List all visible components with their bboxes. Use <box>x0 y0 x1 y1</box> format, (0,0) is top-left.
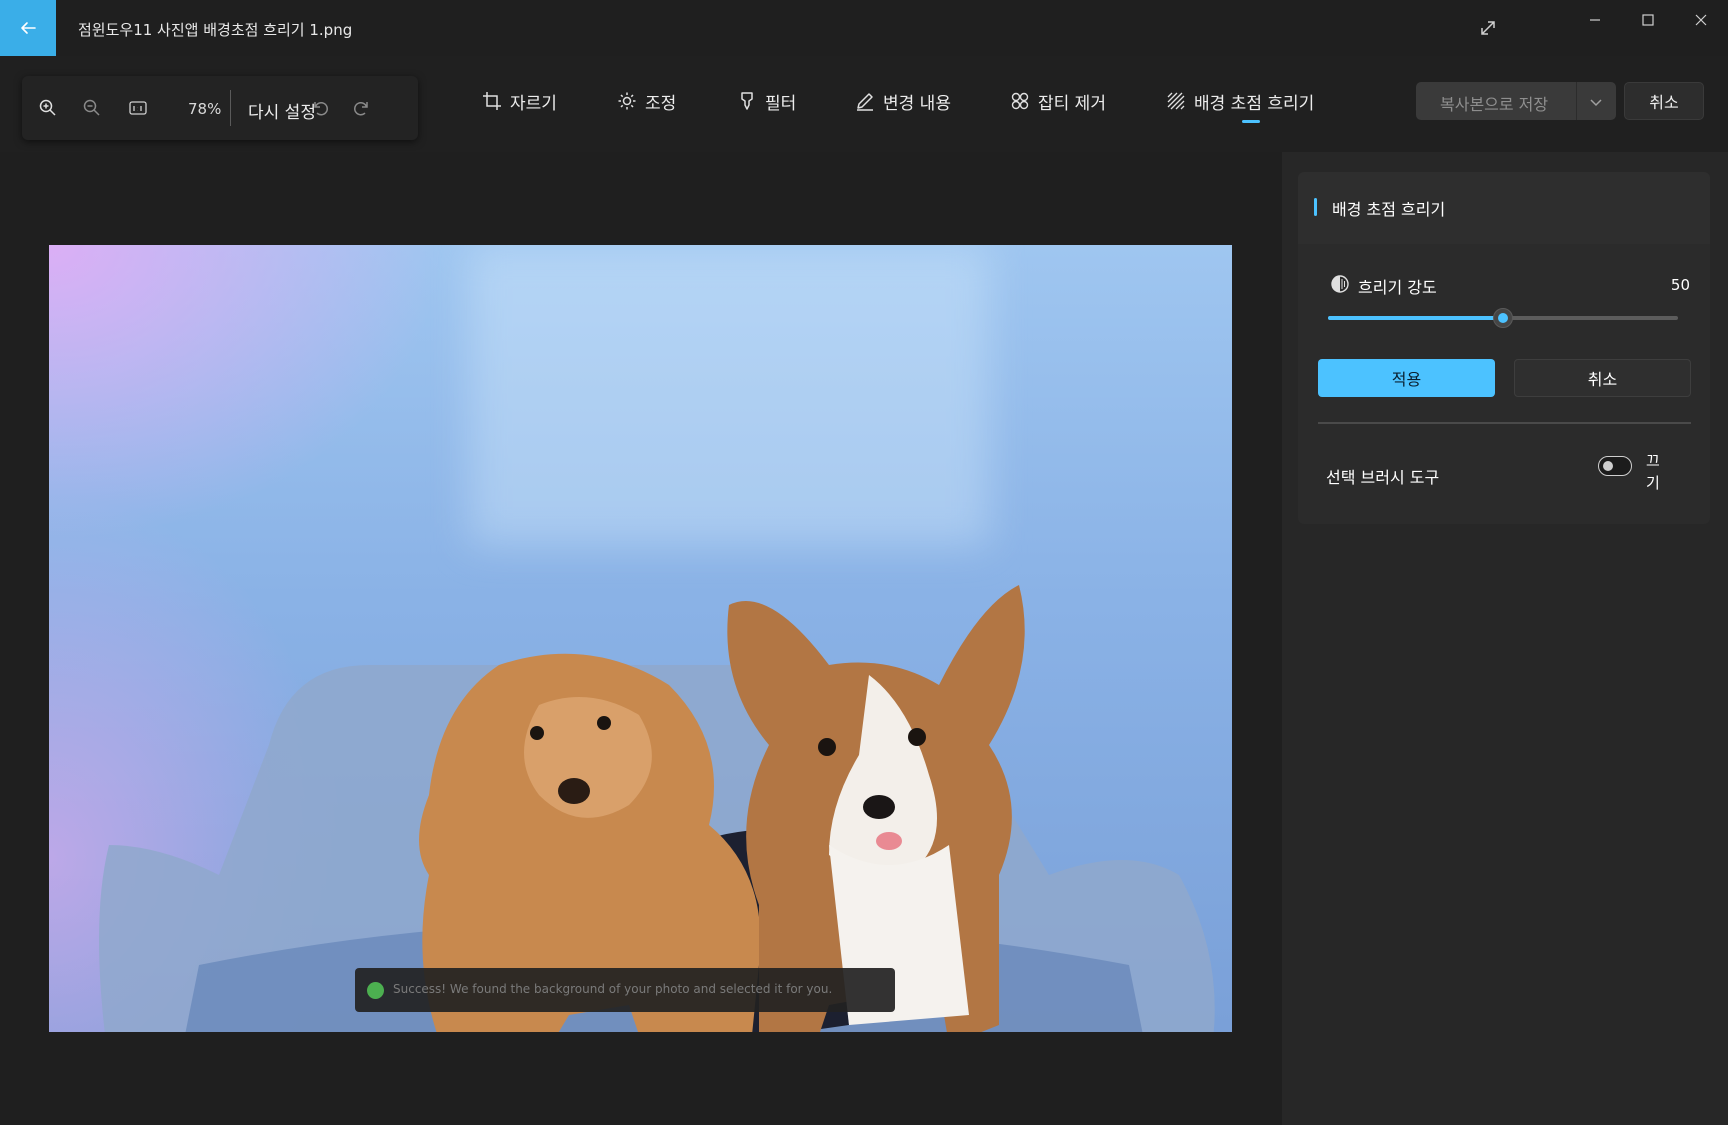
blur-intensity-icon <box>1331 275 1349 293</box>
panel-accent-bar <box>1314 198 1317 216</box>
active-tool-indicator <box>1242 120 1260 123</box>
chevron-down-icon[interactable] <box>1586 92 1606 112</box>
tool-filter[interactable]: 필터 <box>737 88 796 114</box>
crop-icon <box>483 92 501 110</box>
tool-background-blur[interactable]: 배경 초점 흐리기 <box>1166 88 1314 114</box>
save-copy-label: 복사본으로 저장 <box>1440 95 1549 114</box>
blur-intensity-label: 흐리기 강도 <box>1358 278 1437 297</box>
filter-icon <box>741 92 753 110</box>
slider-thumb[interactable] <box>1493 308 1513 328</box>
cancel-edit-button[interactable]: 취소 <box>1624 82 1704 120</box>
zoom-divider <box>230 90 231 126</box>
zoom-in-button[interactable] <box>36 96 60 120</box>
redo-button[interactable] <box>350 96 374 120</box>
actual-size-button[interactable] <box>126 96 150 120</box>
toast-message: Success! We found the background of your… <box>393 982 833 996</box>
save-split-divider <box>1576 82 1577 120</box>
panel-title: 배경 초점 흐리기 <box>1332 200 1446 219</box>
tool-markup-label: 변경 내용 <box>883 93 951 114</box>
background-blur-panel: 배경 초점 흐리기 흐리기 강도 50 적용 취소 선택 브러시 도구 끄기 <box>1282 152 1728 1125</box>
maximize-icon <box>1642 14 1654 26</box>
tool-adjust[interactable]: 조정 <box>617 88 676 114</box>
photo-preview[interactable] <box>49 245 1232 1032</box>
close-button[interactable] <box>1679 8 1723 32</box>
background-blur-icon <box>1167 92 1185 110</box>
undo-icon <box>314 102 328 116</box>
tool-adjust-label: 조정 <box>645 93 677 114</box>
tool-markup[interactable]: 변경 내용 <box>855 88 951 114</box>
success-toast: Success! We found the background of your… <box>355 968 895 1012</box>
slider-fill <box>1328 316 1503 320</box>
maximize-button[interactable] <box>1626 8 1670 32</box>
photo-subjects <box>99 585 1215 1032</box>
selection-brush-label: 선택 브러시 도구 <box>1326 468 1440 487</box>
redo-icon <box>354 102 368 116</box>
zoom-in-icon <box>39 99 56 116</box>
zoom-out-button[interactable] <box>80 96 104 120</box>
arrow-left-icon <box>21 22 36 34</box>
blur-intensity-slider[interactable] <box>1328 308 1678 328</box>
tool-spot-fix-label: 잡티 제거 <box>1038 93 1106 114</box>
tool-background-blur-label: 배경 초점 흐리기 <box>1194 93 1315 114</box>
panel-header: 배경 초점 흐리기 <box>1298 172 1710 244</box>
minimize-icon <box>1590 19 1600 21</box>
tool-spot-fix[interactable]: 잡티 제거 <box>1010 88 1106 114</box>
back-button[interactable] <box>0 0 56 56</box>
selection-brush-state: 끄기 <box>1646 452 1660 492</box>
cancel-button[interactable]: 취소 <box>1514 359 1691 397</box>
reset-button[interactable]: 다시 설정 <box>248 98 316 123</box>
selection-brush-toggle[interactable] <box>1598 456 1632 476</box>
window-title: 점윈도우11 사진앱 배경초점 흐리기 1.png <box>78 21 353 39</box>
minimize-button[interactable] <box>1573 8 1617 32</box>
tool-crop[interactable]: 자르기 <box>482 88 557 114</box>
zoom-out-icon <box>83 99 100 116</box>
blur-intensity-value: 50 <box>1670 276 1690 294</box>
fullscreen-expand-icon[interactable] <box>1476 16 1500 40</box>
brightness-icon <box>618 92 636 110</box>
zoom-controls: 78% 다시 설정 <box>22 76 418 140</box>
tool-filter-label: 필터 <box>765 93 797 114</box>
zoom-percent[interactable]: 78% <box>188 100 221 118</box>
markup-pen-icon <box>857 93 873 111</box>
blur-settings-card: 배경 초점 흐리기 흐리기 강도 50 적용 취소 선택 브러시 도구 끄기 <box>1298 172 1710 524</box>
actual-size-icon <box>129 101 147 115</box>
panel-divider <box>1318 422 1691 424</box>
undo-button[interactable] <box>308 96 332 120</box>
title-bar: 점윈도우11 사진앱 배경초점 흐리기 1.png <box>0 0 1728 56</box>
save-copy-split-button[interactable]: 복사본으로 저장 <box>1416 82 1616 120</box>
close-icon <box>1695 14 1707 26</box>
background-window-light <box>469 245 989 545</box>
tool-crop-label: 자르기 <box>510 93 557 114</box>
apply-button[interactable]: 적용 <box>1318 359 1495 397</box>
spot-fix-icon <box>1011 92 1029 110</box>
success-check-icon <box>367 982 384 999</box>
